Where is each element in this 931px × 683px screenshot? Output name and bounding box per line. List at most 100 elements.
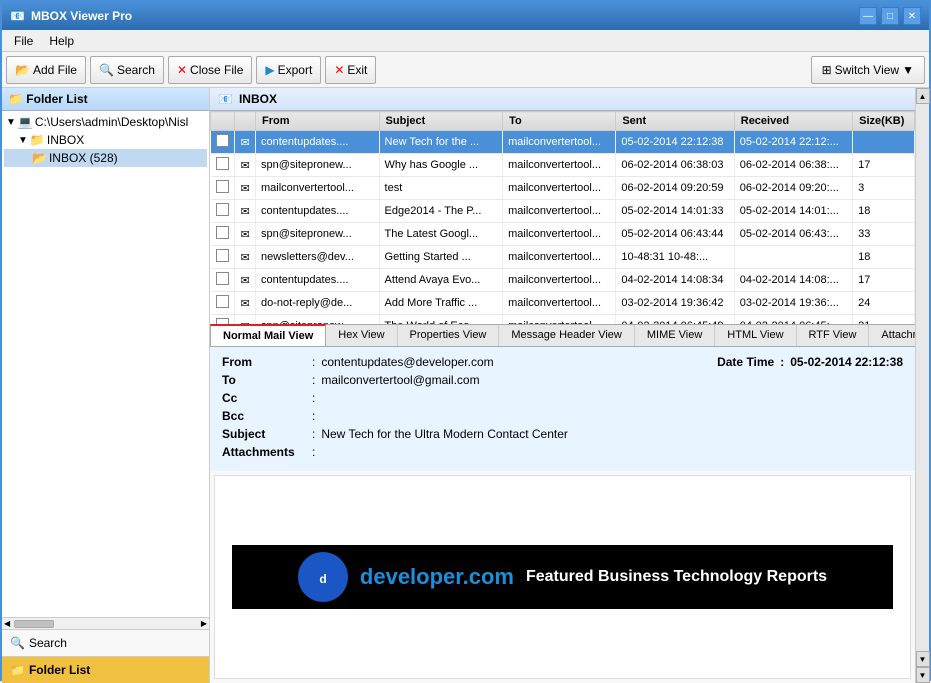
toolbar: 📂 Add File 🔍 Search ✕ Close File ▶ Expor… (2, 52, 929, 88)
left-panel: 📁 Folder List ▼ 💻 C:\Users\admin\Desktop… (2, 88, 210, 683)
tab-attachments[interactable]: Attachments (869, 325, 915, 346)
row-subject: Why has Google ... (379, 154, 503, 177)
col-header-received[interactable]: Received (734, 112, 852, 131)
search-tab[interactable]: 🔍 Search (2, 630, 209, 657)
folder-tree[interactable]: ▼ 💻 C:\Users\admin\Desktop\Nisl ▼ 📁 INBO… (2, 111, 209, 617)
toolbar-right: ⊞ Switch View ▼ (811, 56, 925, 84)
tree-item-root[interactable]: ▼ 💻 C:\Users\admin\Desktop\Nisl (4, 113, 207, 131)
table-row[interactable]: ✉ newsletters@dev... Getting Started ...… (211, 246, 915, 269)
table-row[interactable]: ✉ contentupdates.... New Tech for the ..… (211, 131, 915, 154)
row-to: mailconvertertool... (503, 154, 616, 177)
menu-file[interactable]: File (6, 32, 41, 50)
scroll-handle[interactable] (14, 620, 54, 628)
inbox-parent-label: INBOX (47, 133, 84, 147)
row-to: mailconvertertool... (503, 315, 616, 324)
col-header-sent[interactable]: Sent (616, 112, 734, 131)
table-row[interactable]: ✉ spn@sitepronew... The Latest Googl... … (211, 223, 915, 246)
row-sent: 05-02-2014 14:01:33 (616, 200, 734, 223)
col-header-subject[interactable]: Subject (379, 112, 503, 131)
exit-button[interactable]: ✕ Exit (325, 56, 376, 84)
row-checkbox[interactable] (211, 200, 235, 223)
row-checkbox[interactable] (211, 131, 235, 154)
row-checkbox[interactable] (211, 154, 235, 177)
folder-list-icon: 📁 (8, 92, 23, 106)
date-time-value: 05-02-2014 22:12:38 (790, 355, 903, 369)
switch-view-arrow: ▼ (902, 63, 914, 77)
export-button[interactable]: ▶ Export (256, 56, 321, 84)
email-table-container[interactable]: From Subject To Sent Received Size(KB) ✉… (210, 111, 915, 324)
switch-view-button[interactable]: ⊞ Switch View ▼ (811, 56, 925, 84)
row-received: 05-02-2014 06:43:... (734, 223, 852, 246)
right-scrollbar[interactable]: ▲ ▼ ▼ (915, 88, 929, 683)
maximize-button[interactable]: □ (881, 7, 899, 25)
tab-html-view[interactable]: HTML View (715, 325, 796, 346)
menu-help[interactable]: Help (41, 32, 82, 50)
row-sent: 05-02-2014 22:12:38 (616, 131, 734, 154)
table-row[interactable]: ✉ mailconvertertool... test mailconverte… (211, 177, 915, 200)
minimize-button[interactable]: — (859, 7, 877, 25)
left-bottom: 🔍 Search 📁 Folder List (2, 629, 209, 683)
add-file-button[interactable]: 📂 Add File (6, 56, 86, 84)
row-checkbox[interactable] (211, 269, 235, 292)
folder-tab[interactable]: 📁 Folder List (2, 657, 209, 683)
row-from: contentupdates.... (256, 131, 380, 154)
row-received: 03-02-2014 19:36:... (734, 292, 852, 315)
inbox-parent-icon: 📁 (30, 133, 45, 147)
main-layout: 📁 Folder List ▼ 💻 C:\Users\admin\Desktop… (2, 88, 929, 683)
app-title: MBOX Viewer Pro (31, 9, 132, 23)
tab-hex-view[interactable]: Hex View (326, 325, 397, 346)
row-size: 18 (853, 200, 915, 223)
row-checkbox[interactable] (211, 177, 235, 200)
row-from: contentupdates.... (256, 200, 380, 223)
row-size: 17 (853, 154, 915, 177)
tab-rtf-view[interactable]: RTF View (797, 325, 870, 346)
row-from: contentupdates.... (256, 269, 380, 292)
row-from: newsletters@dev... (256, 246, 380, 269)
tab-normal-mail-view[interactable]: Normal Mail View (210, 324, 326, 346)
row-to: mailconvertertool... (503, 246, 616, 269)
row-received: 04-02-2014 14:08:... (734, 269, 852, 292)
row-sent: 06-02-2014 06:38:03 (616, 154, 734, 177)
app-icon: 📧 (10, 9, 25, 23)
col-header-from[interactable]: From (256, 112, 380, 131)
table-row[interactable]: ✉ spn@sitepronew... Why has Google ... m… (211, 154, 915, 177)
row-checkbox[interactable] (211, 315, 235, 324)
scroll-right-arrow[interactable]: ▶ (201, 619, 207, 628)
tab-message-header-view[interactable]: Message Header View (499, 325, 634, 346)
switch-view-icon: ⊞ (822, 63, 832, 77)
scroll-track[interactable] (916, 104, 929, 651)
row-subject: test (379, 177, 503, 200)
row-icon: ✉ (235, 177, 256, 200)
scroll-left-arrow[interactable]: ◀ (4, 619, 10, 628)
to-label: To (222, 373, 312, 387)
scroll-up-arrow[interactable]: ▲ (916, 88, 930, 104)
col-header-size[interactable]: Size(KB) (853, 112, 915, 131)
row-subject: New Tech for the ... (379, 131, 503, 154)
row-received: 05-02-2014 14:01:... (734, 200, 852, 223)
row-checkbox[interactable] (211, 223, 235, 246)
tree-item-inbox[interactable]: 📂 INBOX (528) (4, 149, 207, 167)
dev-tagline: Featured Business Technology Reports (526, 568, 827, 586)
scroll-down-arrow[interactable]: ▼ (916, 651, 930, 667)
left-bottom-scrollbar[interactable]: ◀ ▶ (2, 617, 209, 629)
toolbar-left: 📂 Add File 🔍 Search ✕ Close File ▶ Expor… (6, 56, 376, 84)
search-button[interactable]: 🔍 Search (90, 56, 164, 84)
tab-properties-view[interactable]: Properties View (398, 325, 500, 346)
col-header-to[interactable]: To (503, 112, 616, 131)
table-row[interactable]: ✉ spn@sitepronew... The World of Eco... … (211, 315, 915, 324)
close-button[interactable]: ✕ (903, 7, 921, 25)
inbox-label: INBOX (528) (49, 151, 118, 165)
close-file-button[interactable]: ✕ Close File (168, 56, 252, 84)
close-file-icon: ✕ (177, 63, 187, 77)
row-checkbox[interactable] (211, 292, 235, 315)
table-row[interactable]: ✉ do-not-reply@de... Add More Traffic ..… (211, 292, 915, 315)
table-row[interactable]: ✉ contentupdates.... Attend Avaya Evo...… (211, 269, 915, 292)
folder-list-header: 📁 Folder List (2, 88, 209, 111)
row-subject: Edge2014 - The P... (379, 200, 503, 223)
tree-item-inbox-parent[interactable]: ▼ 📁 INBOX (4, 131, 207, 149)
row-sent: 05-02-2014 06:43:44 (616, 223, 734, 246)
row-checkbox[interactable] (211, 246, 235, 269)
row-to: mailconvertertool... (503, 269, 616, 292)
table-row[interactable]: ✉ contentupdates.... Edge2014 - The P...… (211, 200, 915, 223)
tab-mime-view[interactable]: MIME View (635, 325, 715, 346)
